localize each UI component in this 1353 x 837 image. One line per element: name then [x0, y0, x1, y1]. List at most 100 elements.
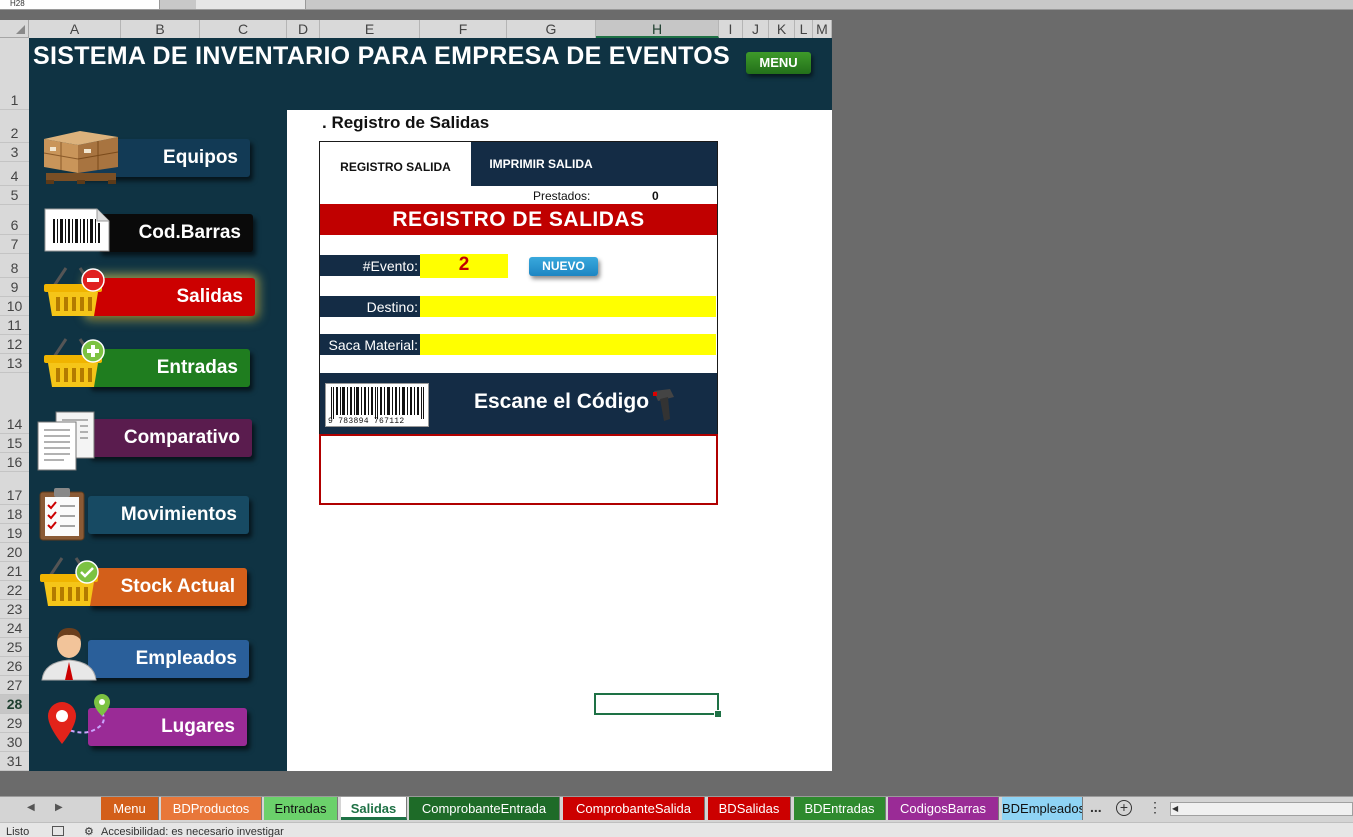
row-header[interactable]: 28	[0, 695, 29, 714]
prestados-value: 0	[652, 189, 659, 203]
stock-actual-button[interactable]: Stock Actual	[88, 568, 247, 606]
row-header[interactable]: 2	[0, 110, 29, 143]
sheet-tab-comprobante-entrada[interactable]: ComprobanteEntrada	[409, 797, 560, 820]
form-heading: . Registro de Salidas	[322, 113, 490, 132]
row-header[interactable]: 15	[0, 434, 29, 453]
row-header[interactable]: 7	[0, 235, 29, 254]
scroll-left-arrow-icon[interactable]: ◀	[1172, 804, 1178, 813]
comparativo-button[interactable]: Comparativo	[88, 419, 252, 457]
sheet-tab-comprobante-salida[interactable]: ComprobanteSalida	[563, 797, 705, 820]
row-header[interactable]: 6	[0, 205, 29, 235]
barcode-bars-icon	[331, 387, 424, 419]
tab-imprimir-salida[interactable]: IMPRIMIR SALIDA	[471, 142, 611, 186]
sheet-tab-bdempleados[interactable]: BDEmpleados	[1002, 797, 1083, 820]
prestados-label: Prestados:	[533, 189, 591, 203]
row-header[interactable]: 9	[0, 278, 29, 297]
row-header[interactable]: 1	[0, 38, 29, 110]
column-header-h[interactable]: H	[596, 20, 719, 38]
row-header[interactable]: 21	[0, 562, 29, 581]
sheet-stats-icon[interactable]	[52, 826, 64, 836]
column-header-f[interactable]: F	[420, 20, 507, 38]
documents-icon	[36, 410, 98, 477]
page-title: SISTEMA DE INVENTARIO PARA EMPRESA DE EV…	[33, 42, 730, 70]
row-header[interactable]: 10	[0, 297, 29, 316]
column-header-d[interactable]: D	[287, 20, 320, 38]
destino-label: Destino:	[320, 296, 420, 317]
entradas-button[interactable]: Entradas	[88, 349, 250, 387]
row-header[interactable]: 5	[0, 186, 29, 205]
row-header[interactable]: 14	[0, 373, 29, 434]
column-header-g[interactable]: G	[507, 20, 596, 38]
row-header[interactable]: 19	[0, 524, 29, 543]
row-header[interactable]: 13	[0, 354, 29, 373]
row-header[interactable]: 31	[0, 752, 29, 771]
row-header[interactable]: 3	[0, 143, 29, 162]
saca-material-label: Saca Material:	[320, 334, 420, 355]
row-header[interactable]: 22	[0, 581, 29, 600]
column-header-c[interactable]: C	[200, 20, 287, 38]
sheet-tab-menu[interactable]: Menu	[101, 797, 159, 820]
barcode-scanner-icon	[650, 387, 676, 428]
row-header[interactable]: 23	[0, 600, 29, 619]
selected-cell-h28[interactable]	[594, 693, 722, 718]
row-header[interactable]: 24	[0, 619, 29, 638]
basket-check-icon	[38, 554, 104, 615]
row-header[interactable]: 27	[0, 676, 29, 695]
row-header[interactable]: 18	[0, 505, 29, 524]
menu-button[interactable]: MENU	[746, 52, 811, 74]
horizontal-scrollbar[interactable]	[1170, 802, 1353, 816]
row-header[interactable]: 25	[0, 638, 29, 657]
destino-field[interactable]	[420, 296, 716, 317]
boxes-icon	[42, 123, 120, 190]
row-header[interactable]: 16	[0, 453, 29, 472]
row-header[interactable]: 4	[0, 162, 29, 186]
column-header-j[interactable]: J	[743, 20, 769, 38]
sheet-tab-entradas[interactable]: Entradas	[264, 797, 338, 820]
more-sheets-button[interactable]: ...	[1090, 799, 1102, 815]
formula-tools	[196, 0, 306, 9]
row-header[interactable]: 30	[0, 733, 29, 752]
add-sheet-icon[interactable]: +	[1116, 800, 1132, 816]
clipboard-checklist-icon	[38, 486, 88, 547]
row-header[interactable]: 17	[0, 472, 29, 505]
column-header-m[interactable]: M	[813, 20, 832, 38]
scan-label: Escane el Código	[474, 390, 650, 413]
tab-options-icon[interactable]: ⋮	[1148, 799, 1162, 816]
row-header[interactable]: 11	[0, 316, 29, 335]
column-header-b[interactable]: B	[121, 20, 200, 38]
row-header[interactable]: 8	[0, 254, 29, 278]
column-header-a[interactable]: A	[29, 20, 121, 38]
barcode-image: 9 783894 767112	[325, 383, 429, 427]
sheet-tab-bdsalidas[interactable]: BDSalidas	[708, 797, 791, 820]
barcode-digits: 9 783894 767112	[328, 417, 405, 426]
registro-banner: REGISTRO DE SALIDAS	[320, 204, 717, 235]
accessibility-icon[interactable]: ⚙	[84, 825, 94, 837]
movimientos-button[interactable]: Movimientos	[88, 496, 249, 534]
row-header[interactable]: 20	[0, 543, 29, 562]
evento-field[interactable]: 2	[420, 254, 508, 278]
salidas-button[interactable]: Salidas	[88, 278, 255, 316]
sheet-tab-codigosbarras[interactable]: CodigosBarras	[888, 797, 999, 820]
employee-icon	[38, 622, 100, 687]
sheet-prev-arrow-icon[interactable]: ◀	[27, 802, 35, 813]
accessibility-status[interactable]: Accesibilidad: es necesario investigar	[101, 826, 284, 837]
column-header-e[interactable]: E	[320, 20, 420, 38]
nuevo-button[interactable]: NUEVO	[529, 257, 598, 276]
row-header[interactable]: 26	[0, 657, 29, 676]
select-all-corner[interactable]	[0, 20, 29, 38]
codbarras-button[interactable]: Cod.Barras	[98, 214, 253, 252]
column-header-k[interactable]: K	[769, 20, 795, 38]
column-header-l[interactable]: L	[795, 20, 813, 38]
row-header[interactable]: 12	[0, 335, 29, 354]
tab-registro-salida[interactable]: REGISTRO SALIDA	[320, 142, 471, 186]
scan-code-input[interactable]	[319, 434, 718, 505]
empleados-button[interactable]: Empleados	[88, 640, 249, 678]
sheet-next-arrow-icon[interactable]: ▶	[55, 802, 63, 813]
sheet-tab-bdentradas[interactable]: BDEntradas	[794, 797, 886, 820]
column-header-i[interactable]: I	[719, 20, 743, 38]
row-header[interactable]: 29	[0, 714, 29, 733]
name-box[interactable]: H28	[0, 0, 160, 9]
saca-material-field[interactable]	[420, 334, 716, 355]
sheet-tab-salidas[interactable]: Salidas	[341, 797, 407, 820]
sheet-tab-bdproductos[interactable]: BDProductos	[161, 797, 262, 820]
